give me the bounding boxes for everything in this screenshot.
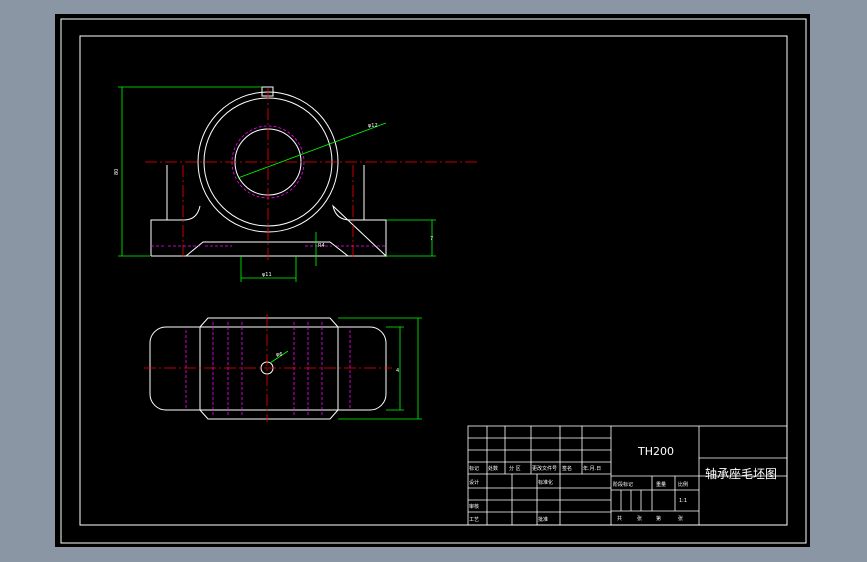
sheet-label-sheets-2: 张 (678, 515, 683, 522)
design-label: 设计 (469, 479, 479, 486)
rev-header-date: 年.月.日 (583, 465, 601, 472)
approval-label: 批准 (538, 516, 548, 523)
dim-width-plan: 4 (396, 368, 399, 374)
review-label: 审核 (469, 503, 479, 510)
dim-hole: φ12 (368, 123, 378, 129)
dim-left-bottom: φ11 (262, 272, 272, 278)
scale-value: 1:1 (679, 498, 687, 504)
sheet-label-total: 共 (617, 515, 622, 522)
rev-header-zone: 分 区 (509, 465, 521, 472)
stage-header-weight: 重量 (656, 481, 666, 488)
rev-header-count: 处数 (488, 465, 498, 472)
drawing-sheet (55, 14, 810, 547)
part-name: 轴承座毛坯图 (705, 466, 777, 481)
rev-header-sign: 签名 (562, 465, 572, 472)
cad-viewport[interactable]: 80 φ12 φ11 7 R4 φ6 4 TH200 轴承座毛坯图 1:1 标记… (0, 0, 867, 562)
dim-right-side: 7 (430, 236, 433, 242)
standardization-label: 标准化 (538, 479, 553, 486)
part-number: TH200 (637, 445, 674, 458)
dim-height: 80 (114, 169, 120, 175)
dim-top-plan: φ6 (276, 352, 282, 358)
process-label: 工艺 (469, 517, 479, 523)
sheet-label-sheets-1: 张 (637, 515, 642, 522)
rev-header-doc: 更改文件号 (532, 465, 557, 472)
dim-radius: R4 (318, 243, 325, 249)
stage-header-mark: 阶段标记 (613, 481, 633, 488)
sheet-label-no: 第 (656, 515, 661, 522)
rev-header-mark: 标记 (469, 465, 479, 472)
stage-header-scale: 比例 (678, 481, 688, 488)
